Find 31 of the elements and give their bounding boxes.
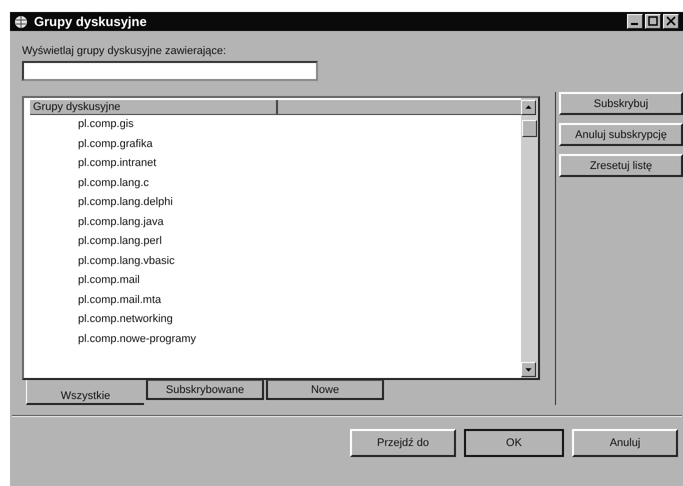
dialog-button[interactable]: Anuluj: [572, 429, 678, 457]
newsgroup-item[interactable]: pl.comp.lang.c: [30, 174, 521, 193]
scroll-up-icon[interactable]: [521, 100, 536, 115]
scroll-down-icon[interactable]: [521, 362, 536, 377]
window-title: Grupy dyskusyjne: [34, 14, 148, 29]
dialog-button[interactable]: Przejdź do: [350, 429, 456, 457]
tab[interactable]: Subskrybowane: [146, 380, 264, 400]
newsgroup-item[interactable]: pl.comp.networking: [30, 310, 521, 330]
dialog-button[interactable]: OK: [464, 429, 564, 457]
filter-field[interactable]: [22, 61, 318, 81]
newsgroup-item[interactable]: pl.comp.nowe-programy: [30, 330, 521, 349]
minimize-icon[interactable]: [627, 14, 643, 29]
maximize-icon[interactable]: [645, 14, 661, 29]
newsgroup-item[interactable]: pl.comp.lang.java: [30, 212, 521, 232]
newsgroup-item[interactable]: pl.comp.lang.vbasic: [30, 252, 521, 271]
action-button[interactable]: Subskrybuj: [559, 92, 683, 115]
newsgroup-item[interactable]: pl.comp.gis: [30, 115, 521, 134]
globe-icon: [14, 14, 28, 28]
newsgroup-item[interactable]: pl.comp.lang.perl: [30, 232, 521, 252]
tab[interactable]: Nowe: [266, 380, 384, 400]
close-icon[interactable]: [663, 14, 679, 29]
newsgroup-item[interactable]: pl.comp.mail: [30, 271, 521, 290]
newsgroup-item[interactable]: pl.comp.lang.delphi: [30, 193, 521, 212]
newsgroup-item[interactable]: pl.comp.intranet: [30, 154, 521, 174]
newsgroup-item[interactable]: pl.comp.grafika: [30, 134, 521, 154]
action-button[interactable]: Anuluj subskrypcję: [559, 123, 683, 146]
scrollbar-thumb[interactable]: [522, 120, 537, 137]
action-button[interactable]: Zresetuj listę: [559, 154, 683, 177]
filter-label: Wyświetlaj grupy dyskusyjne zawierające:: [22, 45, 228, 57]
tab[interactable]: Wszystkie: [26, 380, 144, 405]
newsgroup-item[interactable]: pl.comp.mail.mta: [30, 290, 521, 310]
